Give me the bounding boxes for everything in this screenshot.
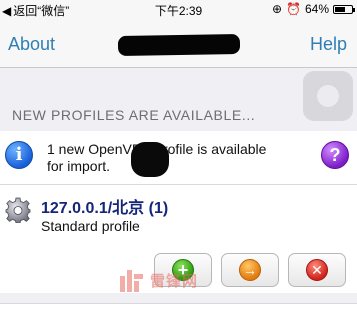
status-indicators: ⊕ ⏰ 64% (271, 2, 355, 16)
redaction-mark (131, 142, 169, 177)
next-row-edge (0, 303, 357, 317)
battery-icon (333, 4, 355, 14)
battery-level (335, 6, 345, 12)
status-bar: ◀ 返回“微信” 下午2:39 ⊕ ⏰ 64% (0, 0, 357, 18)
import-profile-button[interactable]: → (221, 253, 279, 287)
about-button[interactable]: About (8, 34, 55, 55)
notice-line-1: 1 new OpenVPN profile is available (47, 141, 267, 157)
navigation-bar: About Help (0, 18, 357, 68)
help-icon[interactable]: ? (321, 141, 349, 169)
notice-text: 1 new OpenVPN profile is available for i… (47, 141, 317, 177)
openvpn-connect-screen: ◀ 返回“微信” 下午2:39 ⊕ ⏰ 64% About Help NEW P… (0, 0, 357, 317)
close-icon: ✕ (306, 259, 328, 281)
delete-profile-button[interactable]: ✕ (288, 253, 346, 287)
section-title: NEW PROFILES ARE AVAILABLE... (12, 107, 256, 123)
alarm-icon: ⏰ (286, 2, 301, 16)
watermark-text: 雷锋网 (150, 271, 199, 290)
arrow-right-icon: → (239, 259, 261, 281)
app-icon (303, 71, 353, 121)
notice-line-2: for import. (47, 158, 111, 174)
new-profile-notice[interactable]: i 1 new OpenVPN profile is available for… (0, 131, 357, 185)
battery-percent: 64% (304, 2, 329, 16)
orientation-lock-icon: ⊕ (271, 2, 283, 16)
watermark-logo-icon (120, 270, 143, 292)
section-header: NEW PROFILES ARE AVAILABLE... (0, 69, 357, 131)
profile-type: Standard profile (41, 218, 140, 234)
help-button[interactable]: Help (310, 34, 347, 55)
gear-icon (5, 197, 31, 223)
profile-name: 127.0.0.1/北京 (1) (41, 200, 169, 217)
info-icon: i (5, 141, 33, 169)
redacted-title (117, 33, 241, 57)
watermark: 雷锋网 (118, 266, 198, 294)
